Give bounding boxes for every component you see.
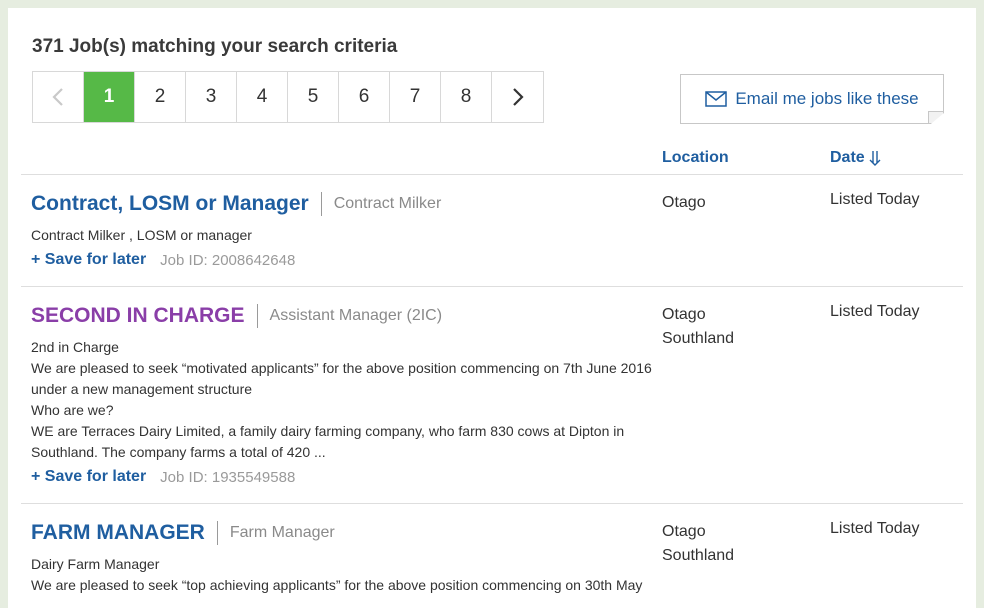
page-3-button[interactable]: 3 (186, 72, 237, 122)
description-line: Who are we? (31, 402, 114, 418)
location-line: Otago (662, 523, 706, 540)
results-count: 371 Job(s) matching your search criteria (32, 36, 398, 57)
job-category: Assistant Manager (2IC) (269, 307, 443, 324)
job-date: Listed Today (830, 303, 920, 320)
job-location: Otago (662, 191, 706, 215)
title-separator (256, 304, 258, 328)
description-line: Southland. The company farms a total of … (31, 444, 326, 460)
description-line: We are pleased to seek “top achieving ap… (31, 577, 643, 593)
chevron-right-icon (512, 88, 524, 106)
row-divider (21, 286, 963, 287)
save-for-later-link[interactable]: + Save for later (31, 468, 146, 486)
job-title-link[interactable]: SECOND IN CHARGE (31, 304, 245, 328)
prev-page-button[interactable] (33, 72, 84, 122)
email-me-jobs-button[interactable]: Email me jobs like these (680, 74, 944, 124)
page-8-button[interactable]: 8 (441, 72, 492, 122)
header-divider (21, 174, 963, 175)
job-category: Contract Milker (333, 195, 442, 212)
job-category: Farm Manager (229, 524, 335, 541)
job-description: Contract Milker , LOSM or manager (31, 225, 661, 246)
page-7-button[interactable]: 7 (390, 72, 441, 122)
location-line: Otago (662, 194, 706, 211)
next-page-button[interactable] (492, 72, 543, 122)
title-separator (320, 192, 322, 216)
job-description: Dairy Farm Manager We are pleased to see… (31, 554, 661, 596)
page-4-button[interactable]: 4 (237, 72, 288, 122)
corner-fold-decoration (928, 111, 943, 123)
job-listing: Contract, LOSM or Manager Contract Milke… (31, 189, 961, 269)
location-line: Southland (662, 547, 735, 564)
description-line: under a new management structure (31, 381, 253, 397)
description-line: WE are Terraces Dairy Limited, a family … (31, 423, 625, 439)
description-line: 2nd in Charge (31, 339, 119, 355)
location-line: Otago (662, 306, 706, 323)
save-for-later-link[interactable]: + Save for later (31, 251, 146, 269)
search-results-panel: 371 Job(s) matching your search criteria… (8, 8, 976, 608)
job-date: Listed Today (830, 191, 920, 208)
job-date: Listed Today (830, 520, 920, 537)
arrow-down-icon (869, 151, 881, 166)
chevron-left-icon (52, 88, 63, 106)
location-line: Southland (662, 330, 735, 347)
page-2-button[interactable]: 2 (135, 72, 186, 122)
description-line: We are pleased to seek “motivated applic… (31, 360, 652, 376)
page-5-button[interactable]: 5 (288, 72, 339, 122)
location-column-header: Location (662, 149, 729, 166)
job-listing: FARM MANAGER Farm Manager Dairy Farm Man… (31, 518, 961, 596)
job-location: Otago Southland (662, 303, 734, 351)
page-1-button[interactable]: 1 (84, 72, 135, 122)
email-button-label: Email me jobs like these (735, 89, 919, 108)
description-line: Contract Milker , LOSM or manager (31, 227, 252, 243)
job-title-link[interactable]: Contract, LOSM or Manager (31, 192, 309, 216)
pagination: 1 2 3 4 5 6 7 8 (32, 71, 544, 123)
job-description: 2nd in Charge We are pleased to seek “mo… (31, 337, 661, 463)
row-divider (21, 503, 963, 504)
title-separator (216, 521, 218, 545)
description-line: Dairy Farm Manager (31, 556, 160, 572)
job-id: Job ID: 1935549588 (160, 468, 296, 486)
envelope-icon (705, 91, 728, 107)
job-id: Job ID: 2008642648 (160, 251, 296, 269)
date-column-label: Date (830, 149, 865, 166)
job-title-link[interactable]: FARM MANAGER (31, 521, 205, 545)
job-location: Otago Southland (662, 520, 734, 568)
page-6-button[interactable]: 6 (339, 72, 390, 122)
date-sort-header[interactable]: Date (830, 149, 881, 167)
job-listing: SECOND IN CHARGE Assistant Manager (2IC)… (31, 301, 961, 486)
